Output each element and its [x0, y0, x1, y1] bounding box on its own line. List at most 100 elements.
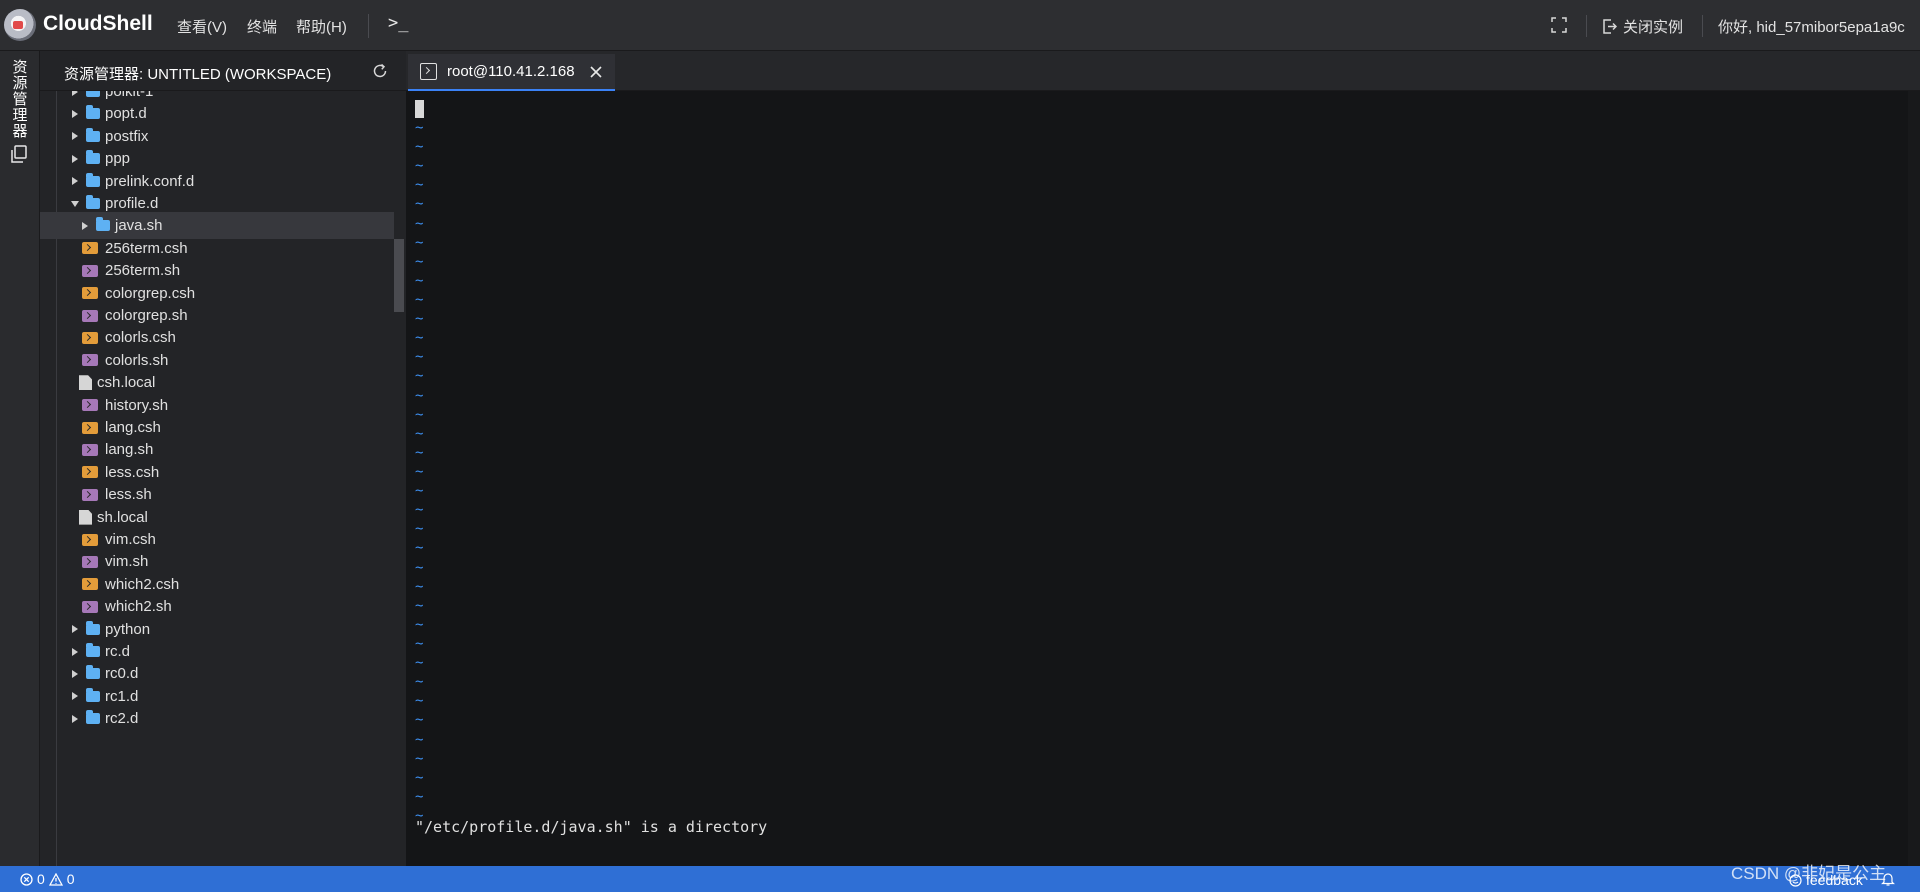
tab-terminal-session[interactable]: root@110.41.2.168 — [408, 54, 615, 91]
chevron-right-icon[interactable] — [68, 129, 82, 143]
vim-tilde-line: ~ — [415, 750, 424, 767]
chevron-right-icon[interactable] — [68, 622, 82, 636]
tree-item-label: 256term.sh — [105, 262, 181, 280]
tree-item-label: rc0.d — [105, 665, 139, 683]
folder-icon — [86, 172, 100, 187]
warning-count: 0 — [66, 871, 75, 887]
vim-tilde-line: ~ — [415, 291, 424, 308]
chevron-down-icon[interactable] — [68, 197, 82, 211]
folder-icon — [86, 665, 100, 680]
explorer-panel: 资源管理器: UNTITLED (WORKSPACE) polkit-1 popt… — [40, 51, 406, 866]
folder-icon — [86, 105, 100, 120]
vim-tilde-line: ~ — [415, 253, 424, 270]
tree-item-label: colorls.csh — [105, 329, 176, 347]
tree-item-label: less.sh — [105, 486, 152, 504]
shell-script-icon — [82, 555, 98, 568]
vim-tilde-line: ~ — [415, 406, 424, 423]
folder-icon — [86, 687, 100, 702]
shell-script-icon — [82, 578, 98, 591]
vim-tilde-line: ~ — [415, 387, 424, 404]
tree-folder-item[interactable]: rc2.d — [40, 705, 394, 732]
tree-item-label: rc.d — [105, 643, 131, 660]
refresh-icon[interactable] — [371, 62, 389, 80]
close-icon[interactable] — [589, 65, 603, 79]
vim-tilde-line: ~ — [415, 349, 424, 366]
tree-item-label: profile.d — [105, 195, 159, 212]
fullscreen-icon[interactable] — [1551, 17, 1567, 33]
terminal-scrollbar[interactable] — [1908, 91, 1920, 866]
chevron-right-icon[interactable] — [68, 107, 82, 121]
error-icon — [20, 872, 33, 886]
tree-item-label: colorgrep.csh — [105, 284, 196, 302]
shell-script-icon — [82, 533, 98, 546]
shell-script-icon — [82, 354, 98, 367]
chevron-right-icon[interactable] — [78, 219, 92, 233]
problems-indicator[interactable]: 0 0 — [20, 871, 75, 887]
vim-tilde-line: ~ — [415, 540, 424, 557]
tree-item-label: sh.local — [97, 508, 148, 526]
cloudshell-logo — [4, 9, 36, 41]
chevron-right-icon[interactable] — [68, 174, 82, 188]
tree-item-label: java.sh — [115, 217, 163, 235]
vim-tilde-line: ~ — [415, 330, 424, 347]
tree-item-label: prelink.conf.d — [105, 172, 195, 190]
activity-bar: 资源管理器 — [0, 51, 40, 866]
activity-explorer-tab[interactable]: 资源管理器 — [4, 59, 34, 169]
shell-script-icon — [82, 488, 98, 501]
shell-script-icon — [82, 466, 98, 479]
folder-icon — [86, 127, 100, 142]
vim-tilde-line: ~ — [415, 311, 424, 328]
vim-tilde-line: ~ — [415, 502, 424, 519]
tree-scrollbar-thumb[interactable] — [394, 239, 404, 312]
vim-tilde-line: ~ — [415, 788, 424, 805]
folder-icon — [86, 620, 100, 635]
file-tree[interactable]: polkit-1 popt.d postfix ppp prelink.conf.d pr… — [40, 91, 406, 866]
terminal-view[interactable]: ~ ~ ~ ~ ~ ~ ~ ~ ~ ~ ~ ~ ~ ~ ~ ~ ~ ~ ~ ~ ~ ~ ~ ~ ~ ~ ~ ~ ~ ~ ~ ~ ~ ~ ~ ~ ~ "/… — [406, 91, 1920, 866]
tree-item-label: colorls.sh — [105, 351, 169, 369]
menu-help[interactable]: 帮助(H) — [296, 16, 347, 37]
vim-tilde-line: ~ — [415, 120, 424, 136]
shell-script-icon — [82, 600, 98, 613]
chevron-right-icon[interactable] — [68, 152, 82, 166]
tree-scrollbar-track[interactable] — [394, 91, 406, 866]
tab-label: root@110.41.2.168 — [447, 63, 575, 80]
tree-item-label: lang.sh — [105, 441, 154, 459]
folder-icon — [86, 91, 100, 97]
close-instance-button[interactable]: 关闭实例 — [1602, 16, 1683, 37]
shell-script-icon — [82, 264, 98, 277]
tree-item-label: polkit-1 — [105, 91, 154, 100]
vim-tilde-line: ~ — [415, 158, 424, 175]
shell-script-icon — [82, 443, 98, 456]
vim-tilde-line: ~ — [415, 712, 424, 729]
vim-status-message: "/etc/profile.d/java.sh" is a directory — [415, 818, 768, 836]
chevron-right-icon[interactable] — [68, 645, 82, 659]
menu-view[interactable]: 查看(V) — [177, 16, 227, 37]
tree-item-label: which2.csh — [105, 575, 180, 593]
folder-icon — [86, 150, 100, 165]
editor-tab-bar: root@110.41.2.168 — [406, 51, 1920, 91]
vim-tilde-line: ~ — [415, 177, 424, 194]
vim-tilde-line: ~ — [415, 635, 424, 652]
chevron-right-icon[interactable] — [68, 689, 82, 703]
explorer-title: 资源管理器: UNTITLED (WORKSPACE) — [64, 66, 332, 83]
terminal-icon[interactable]: >_ — [388, 13, 408, 33]
tree-item-label: ppp — [105, 150, 131, 168]
user-greeting[interactable]: 你好, hid_57mibor5epa1a9c — [1718, 16, 1905, 37]
chevron-right-icon[interactable] — [68, 91, 82, 99]
tree-item-label: which2.sh — [105, 598, 172, 616]
vim-tilde-line: ~ — [415, 139, 424, 156]
brand-title: CloudShell — [43, 12, 153, 35]
folder-icon — [96, 217, 110, 232]
chevron-right-icon[interactable] — [68, 712, 82, 726]
vim-tilde-line: ~ — [415, 368, 424, 385]
file-icon — [79, 375, 92, 391]
tree-item-label: postfix — [105, 127, 149, 145]
menu-terminal[interactable]: 终端 — [247, 16, 277, 37]
terminal-cursor — [415, 100, 424, 118]
vim-tilde-line: ~ — [415, 597, 424, 614]
chevron-right-icon[interactable] — [68, 667, 82, 681]
folder-icon — [86, 710, 100, 725]
vim-tilde-line: ~ — [415, 463, 424, 480]
warning-icon — [48, 872, 63, 886]
vim-tilde-line: ~ — [415, 272, 424, 289]
